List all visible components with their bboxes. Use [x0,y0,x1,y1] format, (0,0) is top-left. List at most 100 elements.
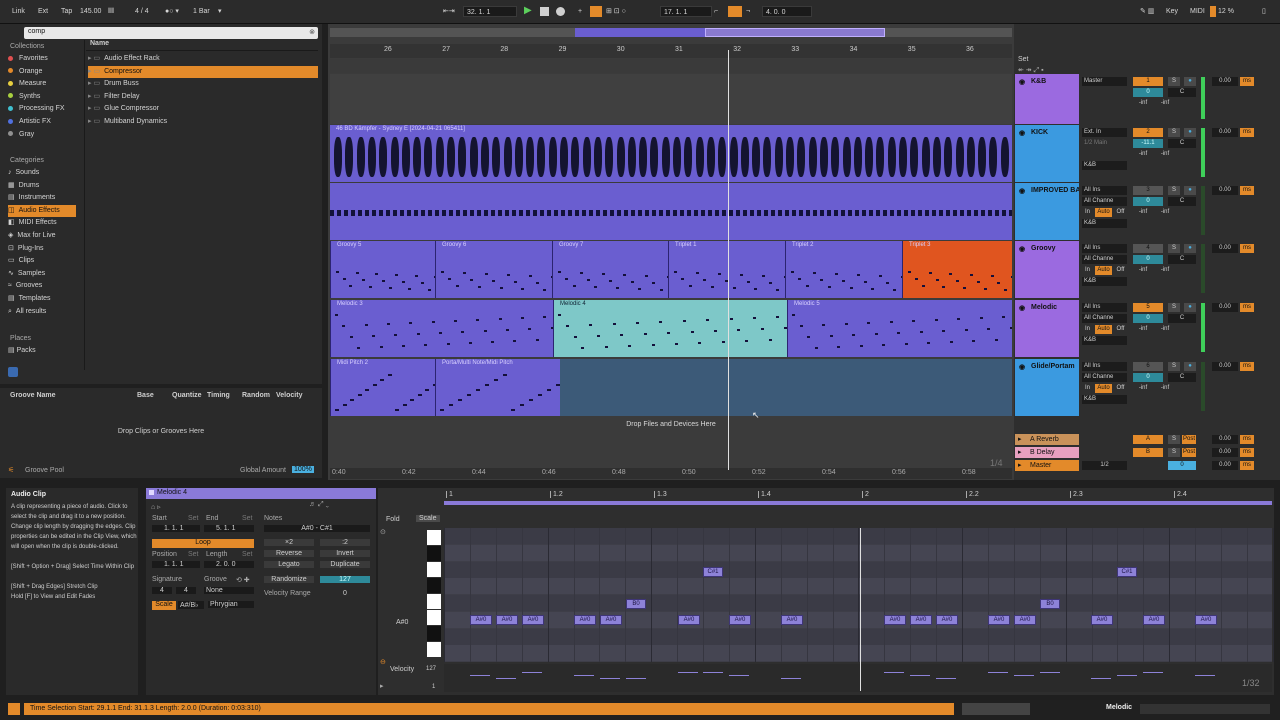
midi-note[interactable]: C#1 [1117,567,1137,577]
tap-button[interactable]: Tap [61,6,72,17]
midi-note[interactable]: A#0 [910,615,932,625]
loop-length-field[interactable]: 4. 0. 0 [762,6,812,17]
track-number-button[interactable]: 2 [1133,128,1163,137]
search-input[interactable]: comp [28,28,45,35]
monitor-off[interactable]: Off [1114,384,1127,393]
track-header[interactable]: ◉ Groovy [1015,241,1079,298]
channel-select[interactable]: All Channe [1082,197,1127,206]
track-number-button[interactable]: 1 [1133,77,1163,86]
midi-note[interactable]: A#0 [781,615,803,625]
scale-mode-select[interactable]: Phrygian [208,601,254,608]
monitor-in[interactable]: In [1082,266,1093,275]
record-arm-icon[interactable]: ● [1184,128,1196,137]
velocity-bar[interactable] [703,672,723,673]
velocity-bar[interactable] [910,675,930,676]
ms-button[interactable]: ms [1240,303,1254,312]
loop-toggle-icon[interactable] [728,6,742,17]
scale-root-select[interactable]: A#/B♭ [178,601,204,609]
input-select[interactable]: All Ins [1082,303,1127,312]
volume-field[interactable]: 0.00 [1212,128,1238,137]
ms-button[interactable]: ms [1240,244,1254,253]
groovy-clip[interactable]: Groovy 6 [435,241,552,298]
note-range-field[interactable]: A#0 - C#1 [264,525,370,532]
groove-column-header[interactable]: Timing [207,392,230,399]
track-number-button[interactable]: 6 [1133,362,1163,371]
global-amount-field[interactable]: 100% [292,466,314,473]
ms-button[interactable]: ms [1240,186,1254,195]
sends-knob[interactable]: 0 [1133,197,1163,206]
ms-button[interactable]: ms [1240,362,1254,371]
time-signature-field[interactable]: 4 / 4 [135,6,149,17]
quantize-menu[interactable]: 1 Bar [193,6,210,17]
track-number-button[interactable]: 3 [1133,186,1163,195]
solo-button[interactable]: S [1168,186,1180,195]
input-select[interactable]: All Ins [1082,362,1127,371]
clip-title-bar[interactable]: Melodic 4 [146,488,376,499]
fold-toggle-icon[interactable]: ⊖ [380,658,386,666]
master-pan[interactable]: 0 [1168,461,1196,470]
ms-button[interactable]: ms [1240,461,1254,470]
category-1[interactable]: ▦ Drums [8,180,39,192]
expand-icon[interactable]: ▸ [380,682,384,690]
search-box[interactable]: comp ⊗ [24,27,318,39]
velocity-bar[interactable] [988,672,1008,673]
post-button[interactable]: Post [1182,448,1196,457]
solo-button[interactable]: S [1168,244,1180,253]
groove-icon[interactable]: ⚟ [8,466,14,474]
output-select[interactable]: K&B [1082,219,1127,228]
fold-button[interactable]: Fold [386,516,400,523]
chevron-right-icon[interactable]: ▸ ▭ [88,105,100,112]
midi-note[interactable]: B0 [626,599,646,609]
groove-hotswap-icon[interactable]: ⟲ ✚ [236,576,250,584]
return-volume[interactable]: 0.00 [1212,461,1238,470]
return-volume[interactable]: 0.00 [1212,448,1238,457]
reverse-button[interactable]: Reverse [264,550,314,557]
length-field[interactable]: 2. 0. 0 [204,561,254,568]
groove-column-header[interactable]: Groove Name [10,392,56,399]
record-arm-icon[interactable]: ● [1184,186,1196,195]
legato-button[interactable]: Legato [264,561,314,568]
channel-select[interactable]: All Channe [1082,314,1127,323]
browser-item-0[interactable]: ▸ ▭ Audio Effect Rack [88,53,318,65]
midi-note[interactable]: A#0 [936,615,958,625]
output-select[interactable]: K&B [1082,277,1127,286]
channel-select[interactable]: All Channe [1082,255,1127,264]
category-2[interactable]: ▤ Instruments [8,192,55,204]
place-packs[interactable]: ▤ Packs [8,345,36,357]
monitor-auto[interactable]: Auto [1095,266,1112,275]
end-field[interactable]: 5. 1. 1 [204,525,254,532]
key-map-button[interactable]: Key [1166,6,1178,17]
velocity-bar[interactable] [574,675,594,676]
groovy-clip[interactable]: Triplet 2 [785,241,902,298]
midi-note[interactable]: A#0 [988,615,1010,625]
midi-note[interactable]: A#0 [496,615,518,625]
input-channel[interactable]: 1/2 Main [1082,139,1127,148]
note-grid[interactable] [444,528,1274,662]
sig-numerator[interactable]: 4 [152,587,172,594]
melodic-clip[interactable]: Melodic 3 [330,300,553,357]
track-header[interactable]: ◉ Melodic [1015,300,1079,357]
tempo-field[interactable]: 145.00 [80,6,101,17]
midi-note[interactable]: A#0 [884,615,906,625]
monitor-auto[interactable]: Auto [1095,325,1112,334]
input-select[interactable]: All Ins [1082,186,1127,195]
arrangement-position[interactable]: 32. 1. 1 [463,6,517,17]
monitor-off[interactable]: Off [1114,266,1127,275]
monitor-off[interactable]: Off [1114,325,1127,334]
collection-6[interactable]: Gray [8,129,34,141]
velocity-bar[interactable] [1117,675,1137,676]
melodic-clip[interactable]: Melodic 5 [787,300,1012,357]
sends-knob[interactable]: 0 [1133,373,1163,382]
category-11[interactable]: ⌕ All results [8,306,46,318]
velocity-bar[interactable] [781,678,801,679]
position-field[interactable]: 1. 1. 1 [152,561,200,568]
browser-item-5[interactable]: ▸ ▭ Multiband Dynamics [88,116,318,128]
glide-clip[interactable]: Midi Pitch 2 [330,359,435,416]
link-button[interactable]: Link [12,6,25,17]
follow-icon[interactable]: ⇤⇥ [443,6,455,17]
loop-button[interactable]: Loop [152,539,254,548]
return-fold-icon[interactable]: ▸ [1018,461,1022,469]
browser-item-2[interactable]: ▸ ▭ Drum Buss [88,78,318,90]
draw-mode-icon[interactable]: ✎ ▥ [1140,6,1154,17]
groovy-clip[interactable]: Triplet 3 [902,241,1012,298]
